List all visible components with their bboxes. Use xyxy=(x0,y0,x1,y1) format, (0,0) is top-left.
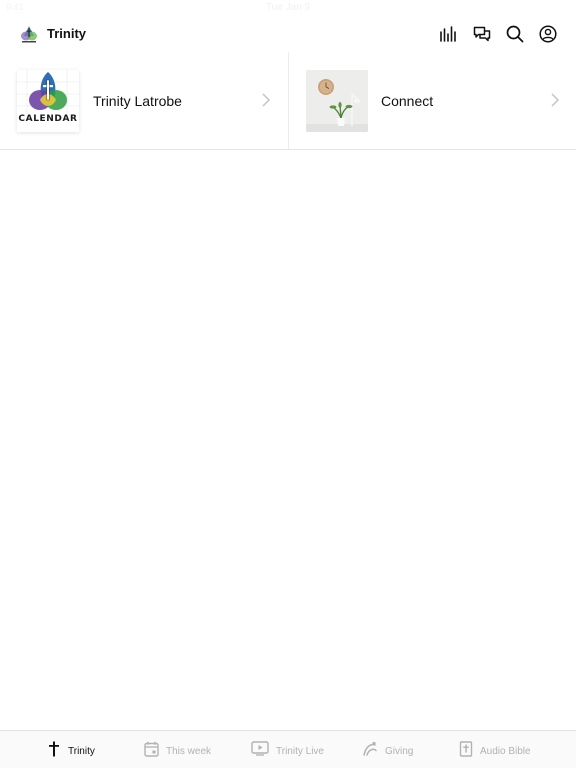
chevron-right-icon xyxy=(550,93,560,107)
tab-label: Audio Bible xyxy=(480,745,531,757)
search-icon[interactable] xyxy=(505,24,525,44)
calendar-thumb-label: CALENDAR xyxy=(18,114,78,124)
tab-this-week[interactable]: This week xyxy=(144,741,211,761)
trinity-calendar-logo: CALENDAR xyxy=(17,70,79,132)
tab-bar: Trinity This week Trinity Live Giving Au… xyxy=(0,730,576,768)
account-icon[interactable] xyxy=(538,24,558,44)
app-title: Trinity xyxy=(47,26,87,41)
trinity-logo-icon[interactable] xyxy=(19,24,39,44)
card-title: Connect xyxy=(381,93,434,109)
status-date: Tue Jan 9 xyxy=(265,2,311,13)
tab-trinity-live[interactable]: Trinity Live xyxy=(251,741,324,761)
cross-icon xyxy=(47,741,61,762)
clock-and-plant-photo xyxy=(306,70,368,132)
tab-audio-bible[interactable]: Audio Bible xyxy=(459,740,531,762)
tab-label: Giving xyxy=(385,745,414,757)
chevron-right-icon xyxy=(261,93,271,107)
tab-label: Trinity Live xyxy=(276,745,324,757)
tab-label: Trinity xyxy=(68,745,95,757)
tab-trinity[interactable]: Trinity xyxy=(47,741,95,761)
tab-label: This week xyxy=(166,745,212,757)
bible-icon xyxy=(459,740,473,762)
app-header: Trinity xyxy=(0,18,576,50)
giving-icon xyxy=(362,741,378,762)
card-connect[interactable]: Connect xyxy=(288,52,576,149)
header-actions xyxy=(439,24,558,44)
tab-giving[interactable]: Giving xyxy=(362,741,413,761)
chat-icon[interactable] xyxy=(472,24,492,44)
calendar-icon xyxy=(144,741,159,762)
video-icon xyxy=(251,741,269,761)
content-cards: CALENDAR Trinity Latrobe Connect xyxy=(0,52,576,150)
card-title: Trinity Latrobe xyxy=(93,93,182,109)
equalizer-icon[interactable] xyxy=(439,24,459,44)
status-bar: 9:41 Tue Jan 9 xyxy=(0,0,576,16)
card-trinity-latrobe[interactable]: CALENDAR Trinity Latrobe xyxy=(0,52,288,149)
